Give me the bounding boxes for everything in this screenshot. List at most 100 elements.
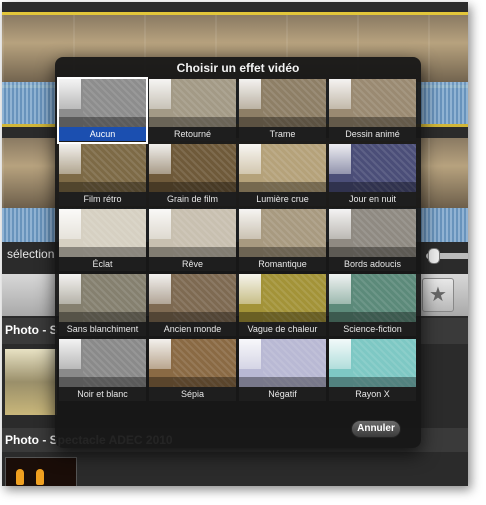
- effect-option[interactable]: Sépia: [149, 339, 236, 402]
- effect-preview: [329, 144, 416, 192]
- imovie-window: sélection ★ Photo - S Photo - Spectacle …: [2, 2, 468, 486]
- preview-floor: [239, 182, 326, 192]
- preview-window: [59, 274, 81, 304]
- effect-preview: [239, 339, 326, 387]
- preview-window: [239, 339, 261, 369]
- preview-floor: [59, 117, 146, 127]
- effect-label: Ancien monde: [149, 322, 236, 336]
- preview-floor: [59, 377, 146, 387]
- effect-option[interactable]: Jour en nuit: [329, 144, 416, 207]
- effect-preview: [149, 339, 236, 387]
- effect-label: Lumière crue: [239, 192, 326, 206]
- effect-label: Grain de film: [149, 192, 236, 206]
- effect-option[interactable]: Dessin animé: [329, 79, 416, 142]
- effect-preview: [239, 79, 326, 127]
- effect-preview: [149, 209, 236, 257]
- effect-option[interactable]: Bords adoucis: [329, 209, 416, 272]
- preview-floor: [329, 377, 416, 387]
- effect-preview: [149, 144, 236, 192]
- effect-label: Sépia: [149, 387, 236, 401]
- preview-floor: [59, 312, 146, 322]
- effect-label: Trame: [239, 127, 326, 141]
- effect-option[interactable]: Négatif: [239, 339, 326, 402]
- effect-label: Film rétro: [59, 192, 146, 206]
- preview-floor: [149, 377, 236, 387]
- preview-window: [59, 339, 81, 369]
- selection-label: sélection: [7, 247, 55, 261]
- effect-preview: [59, 274, 146, 322]
- preview-window: [239, 274, 261, 304]
- effect-preview: [329, 339, 416, 387]
- effect-preview: [329, 209, 416, 257]
- effect-option[interactable]: Ancien monde: [149, 274, 236, 337]
- effect-label: Aucun: [59, 127, 146, 141]
- effect-label: Éclat: [59, 257, 146, 271]
- star-icon[interactable]: ★: [422, 278, 454, 312]
- stage-light: [36, 469, 44, 485]
- effect-option[interactable]: Romantique: [239, 209, 326, 272]
- preview-floor: [149, 117, 236, 127]
- effect-preview: [239, 209, 326, 257]
- effect-preview: [59, 144, 146, 192]
- cancel-button[interactable]: Annuler: [351, 420, 401, 438]
- effect-option[interactable]: Grain de film: [149, 144, 236, 207]
- effect-label: Romantique: [239, 257, 326, 271]
- effect-option[interactable]: Trame: [239, 79, 326, 142]
- video-effect-dialog: Choisir un effet vidéo Aucun Retourné Tram…: [55, 57, 421, 448]
- preview-window: [329, 209, 351, 239]
- effect-label: Dessin animé: [329, 127, 416, 141]
- preview-window: [59, 209, 81, 239]
- preview-floor: [149, 182, 236, 192]
- preview-window: [149, 339, 171, 369]
- effect-option[interactable]: Lumière crue: [239, 144, 326, 207]
- dialog-title: Choisir un effet vidéo: [176, 61, 300, 75]
- preview-floor: [329, 182, 416, 192]
- preview-window: [59, 144, 81, 174]
- effect-label: Négatif: [239, 387, 326, 401]
- effect-preview: [329, 79, 416, 127]
- effect-preview: [59, 339, 146, 387]
- preview-window: [329, 79, 351, 109]
- stage-light: [16, 469, 24, 485]
- preview-floor: [149, 312, 236, 322]
- effect-preview: [59, 79, 146, 127]
- effect-label: Vague de chaleur: [239, 322, 326, 336]
- preview-floor: [239, 117, 326, 127]
- effect-preview: [239, 144, 326, 192]
- preview-floor: [329, 247, 416, 257]
- effect-label: Jour en nuit: [329, 192, 416, 206]
- preview-window: [149, 274, 171, 304]
- effect-option[interactable]: Science-fiction: [329, 274, 416, 337]
- zoom-slider-knob[interactable]: [428, 248, 440, 264]
- preview-window: [329, 144, 351, 174]
- preview-floor: [329, 117, 416, 127]
- effect-option[interactable]: Film rétro: [59, 144, 146, 207]
- preview-floor: [239, 247, 326, 257]
- effect-option[interactable]: Aucun: [57, 77, 148, 144]
- preview-window: [239, 144, 261, 174]
- effect-option[interactable]: Rêve: [149, 209, 236, 272]
- effect-label: Rayon X: [329, 387, 416, 401]
- effect-option[interactable]: Noir et blanc: [59, 339, 146, 402]
- preview-window: [329, 274, 351, 304]
- preview-window: [239, 79, 261, 109]
- clip-thumbnail-1[interactable]: [5, 349, 57, 415]
- effect-preview: [239, 274, 326, 322]
- preview-floor: [59, 182, 146, 192]
- effect-preview: [149, 79, 236, 127]
- effect-option[interactable]: Rayon X: [329, 339, 416, 402]
- effect-label: Sans blanchiment: [59, 322, 146, 336]
- effect-preview: [149, 274, 236, 322]
- effect-option[interactable]: Retourné: [149, 79, 236, 142]
- preview-window: [149, 144, 171, 174]
- effect-label: Noir et blanc: [59, 387, 146, 401]
- preview-window: [149, 209, 171, 239]
- effect-option[interactable]: Éclat: [59, 209, 146, 272]
- preview-floor: [239, 312, 326, 322]
- effect-option[interactable]: Sans blanchiment: [59, 274, 146, 337]
- effect-preview: [329, 274, 416, 322]
- preview-window: [239, 209, 261, 239]
- effect-option[interactable]: Vague de chaleur: [239, 274, 326, 337]
- effect-label: Science-fiction: [329, 322, 416, 336]
- preview-floor: [149, 247, 236, 257]
